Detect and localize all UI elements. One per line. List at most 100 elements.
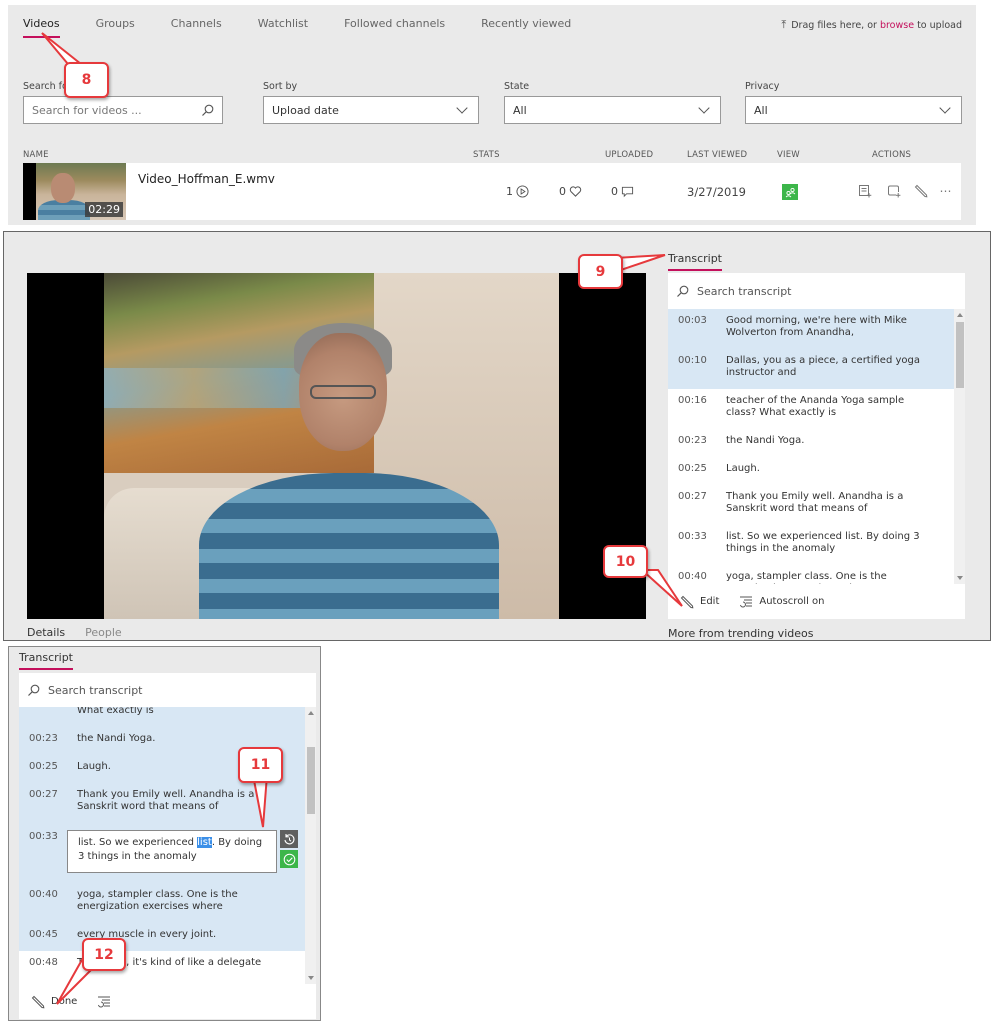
add-list-icon <box>859 185 872 198</box>
likes-count: 0 <box>559 185 566 198</box>
video-frame <box>104 273 559 619</box>
upload-area[interactable]: ⤒ Drag files here, or browse to upload <box>781 18 962 32</box>
transcript-text: the Nandi Yoga. <box>726 435 805 446</box>
video-frame-person-shirt <box>199 473 499 619</box>
col-name[interactable]: NAME <box>23 150 49 160</box>
play-circle-icon <box>516 185 529 198</box>
col-last-viewed[interactable]: LAST VIEWED <box>687 150 747 160</box>
callout-12: 12 <box>82 938 126 971</box>
sort-label: Sort by <box>263 81 298 92</box>
search-filter: Search for videos Search for videos ... <box>23 81 223 124</box>
transcript-item[interactable]: 00:40yoga, stampler class. One is the en… <box>668 565 965 584</box>
transcript-search-input[interactable]: Search transcript <box>19 673 316 707</box>
callout-10: 10 <box>603 545 648 578</box>
view-status-badge[interactable] <box>782 184 798 200</box>
player-tabs: Details People <box>27 626 122 639</box>
transcript-item[interactable]: 00:45 every muscle in every joint. <box>19 923 316 951</box>
video-thumbnail[interactable]: 02:29 <box>23 163 126 220</box>
transcript-item[interactable]: 00:40yoga, stampler class. One is the en… <box>19 883 316 923</box>
search-videos-input[interactable]: Search for videos ... <box>23 96 223 124</box>
comments-stat: 0 <box>611 185 634 198</box>
transcript-item[interactable]: 00:16 teacher of the Ananda Yoga sample c… <box>668 389 965 429</box>
scroll-down-arrow-icon[interactable] <box>957 576 963 580</box>
transcript-item[interactable]: 00:10 Dallas, you as a piece, a certified… <box>668 349 965 389</box>
transcript-timestamp: 00:33 <box>678 531 707 542</box>
transcript-timestamp: 00:16 <box>678 395 707 406</box>
transcript-tab[interactable]: Transcript <box>19 651 73 670</box>
transcript-text: Good morning, we're here with Mike Wolve… <box>726 315 907 338</box>
checkmark-icon <box>283 853 295 865</box>
transcript-item[interactable]: 00:23 the Nandi Yoga. <box>668 429 965 457</box>
scrollbar-thumb[interactable] <box>307 747 315 814</box>
col-uploaded[interactable]: UPLOADED <box>605 150 653 160</box>
video-row[interactable]: 02:29 Video_Hoffman_E.wmv 1 0 0 3/27/201… <box>23 163 961 220</box>
video-name-link[interactable]: Video_Hoffman_E.wmv <box>138 172 275 186</box>
more-actions-button[interactable]: ⋯ <box>938 183 954 199</box>
upload-text-suffix: to upload <box>914 20 962 31</box>
callout-11: 11 <box>238 747 283 783</box>
more-trending-heading: More from trending videos <box>668 627 814 640</box>
video-player[interactable] <box>27 273 646 619</box>
callout-9: 9 <box>578 254 623 289</box>
transcript-item[interactable]: 00:25 Laugh. <box>668 457 965 485</box>
col-actions: ACTIONS <box>872 150 912 160</box>
video-frame-person-glasses <box>310 385 376 399</box>
search-icon <box>202 104 214 116</box>
transcript-edit-textbox[interactable]: list. So we experienced list. By doing 3… <box>67 830 277 873</box>
transcript-list: 00:03 Good morning, we're here with Mike … <box>668 309 965 584</box>
heart-icon <box>569 186 582 197</box>
tab-watchlist[interactable]: Watchlist <box>258 17 308 38</box>
scroll-up-arrow-icon[interactable] <box>957 313 963 317</box>
browse-link[interactable]: browse <box>880 20 914 31</box>
transcript-timestamp: 00:10 <box>678 355 707 366</box>
transcript-timestamp: 00:25 <box>678 463 707 474</box>
transcript-footer: Edit Autoscroll on <box>668 584 965 619</box>
scroll-down-arrow-icon[interactable] <box>308 976 314 980</box>
privacy-dropdown[interactable]: All <box>745 96 962 124</box>
transcript-scrollbar[interactable] <box>305 707 316 984</box>
edit-label: Edit <box>700 596 720 607</box>
tab-groups[interactable]: Groups <box>96 17 135 38</box>
edit-text-before: list. So we experienced <box>78 837 198 848</box>
transcript-search-placeholder: Search transcript <box>697 284 792 298</box>
transcript-text: the Nandi Yoga. <box>77 733 156 744</box>
video-player-panel: Details People More from trending videos… <box>3 231 991 641</box>
edit-video-button[interactable] <box>913 183 929 199</box>
scrollbar-thumb[interactable] <box>956 322 964 388</box>
scroll-up-arrow-icon[interactable] <box>308 711 314 715</box>
transcript-search-placeholder: Search transcript <box>48 683 143 697</box>
revert-edit-button[interactable] <box>280 830 298 848</box>
transcript-search-input[interactable]: Search transcript <box>668 273 965 309</box>
tab-followed-channels[interactable]: Followed channels <box>344 17 445 38</box>
transcript-item[interactable]: 00:27 Thank you Emily well. Anandha is a … <box>668 485 965 525</box>
search-label: Search for videos <box>23 81 106 92</box>
privacy-filter: Privacy All <box>745 81 962 124</box>
tab-details[interactable]: Details <box>27 626 65 639</box>
state-dropdown[interactable]: All <box>504 96 721 124</box>
thumbnail-person-face <box>51 173 75 203</box>
sort-dropdown[interactable]: Upload date <box>263 96 479 124</box>
transcript-scrollbar[interactable] <box>954 309 965 584</box>
transcript-item[interactable]: 00:03 Good morning, we're here with Mike … <box>668 309 965 349</box>
chevron-down-icon <box>698 102 710 114</box>
tab-channels[interactable]: Channels <box>171 17 222 38</box>
add-to-playlist-button[interactable] <box>857 183 873 199</box>
people-icon <box>785 187 795 197</box>
state-value: All <box>513 103 527 117</box>
callout-11-pointer <box>251 774 269 828</box>
tab-recently-viewed[interactable]: Recently viewed <box>481 17 571 38</box>
ellipsis-icon: ⋯ <box>939 184 953 198</box>
state-label: State <box>504 81 530 92</box>
tab-people[interactable]: People <box>85 626 122 639</box>
chevron-down-icon <box>456 102 468 114</box>
search-placeholder: Search for videos ... <box>32 103 142 117</box>
autoscroll-icon <box>740 596 753 607</box>
search-icon <box>677 285 689 297</box>
autoscroll-toggle[interactable]: Autoscroll on <box>739 595 825 609</box>
add-to-group-button[interactable] <box>886 183 902 199</box>
transcript-tab[interactable]: Transcript <box>668 252 722 271</box>
confirm-edit-button[interactable] <box>280 850 298 868</box>
transcript-text: Thank you Emily well. Anandha is a Sansk… <box>726 491 904 514</box>
transcript-item[interactable]: 00:33 list. So we experienced list. By do… <box>668 525 965 565</box>
col-stats[interactable]: STATS <box>473 150 500 160</box>
